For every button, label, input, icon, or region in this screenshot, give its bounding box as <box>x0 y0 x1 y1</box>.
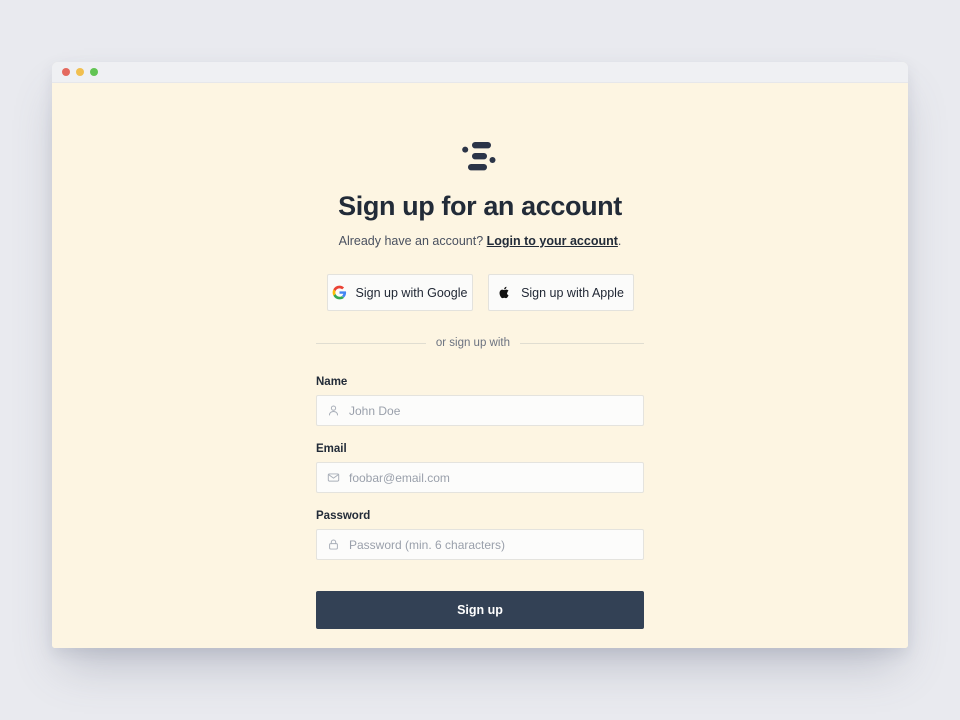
envelope-icon <box>327 473 340 482</box>
email-field: Email <box>316 443 644 493</box>
minimize-button[interactable] <box>76 68 84 76</box>
divider: or sign up with <box>316 337 644 349</box>
sign-up-with-google-button[interactable]: Sign up with Google <box>326 274 473 311</box>
page-title: Sign up for an account <box>338 191 622 221</box>
password-input[interactable] <box>349 530 633 559</box>
google-icon <box>332 285 346 300</box>
name-input[interactable] <box>349 396 633 425</box>
browser-window: Sign up for an account Already have an a… <box>52 62 908 648</box>
window-titlebar <box>52 62 908 83</box>
password-field: Password <box>316 510 644 560</box>
close-button[interactable] <box>62 68 70 76</box>
signup-page: Sign up for an account Already have an a… <box>52 83 908 648</box>
name-field: Name <box>316 376 644 426</box>
divider-label: or sign up with <box>435 337 510 349</box>
password-label: Password <box>316 510 371 522</box>
divider-rule-right <box>520 342 644 344</box>
email-input-wrap[interactable] <box>316 462 644 493</box>
signup-form: Name Email <box>316 376 644 629</box>
sign-up-button[interactable]: Sign up <box>316 591 644 629</box>
email-label: Email <box>316 443 347 455</box>
lock-icon <box>329 539 338 550</box>
sign-up-with-apple-button[interactable]: Sign up with Apple <box>487 274 634 311</box>
login-link[interactable]: Login to your account <box>487 234 618 248</box>
social-signup-row: Sign up with Google Sign up with Apple <box>326 274 634 311</box>
sign-up-with-apple-label: Sign up with Apple <box>521 285 624 300</box>
email-input[interactable] <box>349 463 633 492</box>
login-prompt-period: . <box>617 234 622 248</box>
name-input-wrap[interactable] <box>316 395 644 426</box>
apple-icon <box>499 286 509 299</box>
zoom-button[interactable] <box>90 68 98 76</box>
divider-rule-left <box>316 342 426 344</box>
password-input-wrap[interactable] <box>316 529 644 560</box>
name-label: Name <box>316 376 348 388</box>
stacked-bars-logo <box>462 142 496 171</box>
login-prompt-text: Already have an account? <box>338 234 487 248</box>
sign-up-with-google-label: Sign up with Google <box>355 285 468 300</box>
user-icon <box>328 405 339 416</box>
login-prompt: Already have an account? Login to your a… <box>339 234 622 248</box>
